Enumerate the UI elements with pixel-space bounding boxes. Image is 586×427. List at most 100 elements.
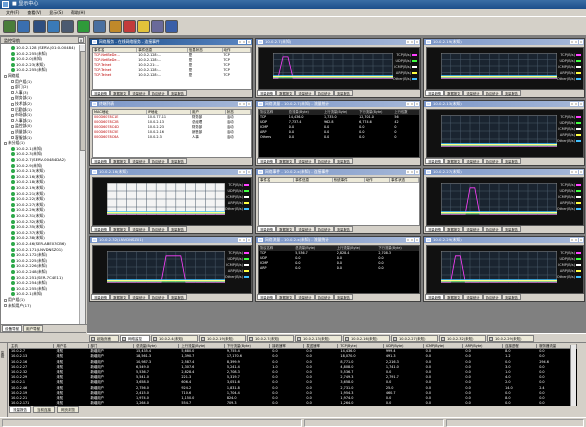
menu-file[interactable]: 文件(F) bbox=[6, 10, 19, 15]
tab-w8-1[interactable]: 数据报文 bbox=[276, 226, 296, 232]
tab-chart-0[interactable]: 流量趋势 bbox=[425, 226, 445, 232]
minimize-button[interactable] bbox=[405, 238, 410, 242]
minimize-button[interactable] bbox=[569, 40, 574, 44]
close-button[interactable] bbox=[246, 40, 251, 44]
column-header[interactable]: 系统事件 bbox=[333, 178, 365, 182]
doc-tab-1[interactable]: 网络监控 bbox=[120, 335, 150, 342]
tab-w5-4[interactable]: 流量报告 bbox=[333, 158, 353, 164]
tab-traffic-report[interactable]: 流量报告 bbox=[9, 406, 31, 413]
tree-node[interactable]: 10.0.2.172(未知) bbox=[11, 252, 47, 258]
tab-w5-1[interactable]: 数据报文 bbox=[276, 158, 296, 164]
tab-w8-4[interactable]: 流量报告 bbox=[333, 226, 353, 232]
maximize-button[interactable] bbox=[574, 238, 578, 242]
tab-w11-1[interactable]: 数据报文 bbox=[276, 294, 296, 300]
tab-chart-3[interactable]: 协议统计 bbox=[482, 158, 502, 164]
tree-node[interactable]: 10.0.2.35(未知) bbox=[11, 224, 45, 230]
close-icon[interactable]: × bbox=[78, 37, 84, 43]
tree-node[interactable]: 10.0.2.27(未知) bbox=[11, 202, 45, 207]
window-w6[interactable]: 10.0.2.13(未知) TCP(B/s) UDP(B/s) ICMP(B/s) AR… bbox=[423, 100, 585, 166]
tab-chart-0[interactable]: 流量趋势 bbox=[425, 90, 445, 96]
tab-w4-2[interactable]: 流量统计 bbox=[129, 158, 149, 164]
column-header[interactable]: TCP(Byte) bbox=[338, 344, 384, 349]
tree-node[interactable]: 网络组 bbox=[4, 73, 19, 78]
tree-node[interactable]: 10.0.2.226(未知) bbox=[11, 263, 47, 269]
tab-w4-1[interactable]: 数据报文 bbox=[110, 158, 130, 164]
maximize-button[interactable] bbox=[410, 102, 414, 106]
window-w11[interactable]: 网络流量 - 10.0.2.x(未知) - 流量统计 协议名称 总流量(Byte) 上… bbox=[255, 236, 421, 302]
tab-w1-2[interactable]: 流量统计 bbox=[129, 90, 149, 96]
column-header[interactable]: 总流量(Byte) bbox=[134, 344, 180, 349]
doc-tab-3[interactable]: 10.0.2.19(未知) bbox=[199, 335, 246, 342]
tree-scrollbar[interactable] bbox=[79, 45, 86, 325]
tree-node[interactable]: 用户组(1) bbox=[11, 79, 32, 84]
table-row[interactable]: 000D6078C6A 10.0.2.3 人事 活动 bbox=[93, 135, 251, 140]
monitor-icon[interactable] bbox=[33, 20, 46, 33]
tab-chart-0[interactable]: 流量趋势 bbox=[425, 294, 445, 300]
scroll-thumb[interactable] bbox=[80, 51, 86, 151]
tab-w11-4[interactable]: 流量报告 bbox=[333, 294, 353, 300]
doc-tab-2[interactable]: 10.0.2.4(未知) bbox=[151, 335, 198, 342]
tree-node[interactable]: 质量部(1) bbox=[11, 129, 32, 134]
maximize-button[interactable] bbox=[242, 170, 246, 174]
doc-tab-6[interactable]: 10.0.2.16(未知) bbox=[343, 335, 390, 342]
tree-node[interactable]: 10.0.2.255(未知) bbox=[11, 67, 47, 73]
maximize-button[interactable] bbox=[242, 238, 246, 242]
tab-chart-1[interactable]: 数据报文 bbox=[444, 158, 464, 164]
column-header[interactable]: 事件信息 bbox=[294, 178, 333, 182]
tab-chart-1[interactable]: 数据报文 bbox=[110, 294, 130, 300]
tab-chart-3[interactable]: 协议统计 bbox=[482, 90, 502, 96]
tab-chart-2[interactable]: 流量统计 bbox=[129, 226, 149, 232]
maximize-button[interactable] bbox=[574, 170, 578, 174]
tree-node[interactable]: 10.0.2.32(未知) bbox=[11, 219, 45, 224]
tab-w1-0[interactable]: 流量趋势 bbox=[91, 90, 111, 96]
tab-chart-4[interactable]: 流量报告 bbox=[501, 90, 521, 96]
column-header[interactable]: 下行流量(Byte) bbox=[225, 344, 271, 349]
tab-w4-0[interactable]: 流量趋势 bbox=[91, 158, 111, 164]
tab-chart-0[interactable]: 流量趋势 bbox=[91, 226, 111, 232]
column-header[interactable]: 事件名 bbox=[259, 178, 295, 182]
doc-tab-7[interactable]: 10.0.2.27(未知) bbox=[391, 335, 438, 342]
minimize-button[interactable] bbox=[569, 238, 574, 242]
column-header[interactable]: 发送速率 bbox=[304, 344, 339, 349]
chart-icon[interactable] bbox=[47, 20, 60, 33]
tab-chart-4[interactable]: 流量报告 bbox=[501, 294, 521, 300]
window-titlebar[interactable]: 网络流量 - 10.0.2.x(未知) - 流量统计 bbox=[256, 237, 420, 243]
column-header[interactable]: 上行流量(Byte) bbox=[179, 344, 225, 349]
window-w9[interactable]: 10.0.2.27(未知) TCP(B/s) UDP(B/s) ICMP(B/s) AR… bbox=[423, 168, 585, 234]
close-button[interactable] bbox=[414, 238, 419, 242]
close-button[interactable] bbox=[246, 102, 251, 106]
minimize-button[interactable] bbox=[405, 170, 410, 174]
table-scrollbar[interactable] bbox=[570, 345, 576, 406]
tree-node[interactable]: 10.0.2.22(未知) bbox=[11, 196, 45, 202]
gear-icon[interactable] bbox=[109, 20, 122, 33]
refresh-icon[interactable] bbox=[17, 20, 30, 33]
tree-node[interactable]: 10.0.2.1(未知) bbox=[11, 146, 42, 151]
tab-w5-2[interactable]: 流量统计 bbox=[295, 158, 315, 164]
tree-node[interactable]: 10.0.2.225(未知) bbox=[11, 258, 47, 263]
tree-node[interactable]: 后勤部(1) bbox=[11, 107, 32, 112]
server-icon[interactable] bbox=[61, 20, 74, 33]
tab-chart-1[interactable]: 数据报文 bbox=[444, 294, 464, 300]
minimize-button[interactable] bbox=[569, 170, 574, 174]
window-titlebar[interactable]: 网络流量 - 10.0.2.7(未知) - 流量统计 bbox=[256, 101, 420, 107]
tab-web-browsing[interactable]: 网页浏览 bbox=[57, 406, 79, 413]
close-button[interactable] bbox=[246, 238, 251, 242]
tab-chart-1[interactable]: 数据报文 bbox=[444, 226, 464, 232]
column-header[interactable]: 事件信息 bbox=[137, 48, 188, 52]
tab-w1-4[interactable]: 流量报告 bbox=[167, 90, 187, 96]
tab-chart-2[interactable]: 流量统计 bbox=[463, 90, 483, 96]
column-header[interactable]: UDP(Byte) bbox=[384, 344, 424, 349]
menu-help[interactable]: 帮助(H) bbox=[71, 10, 85, 15]
table-row[interactable]: TCP-Telnet 10.0.2.128:... 是 TCP bbox=[93, 73, 251, 78]
window-w7[interactable]: 10.0.2.16(未知) TCP(B/s) UDP(B/s) ICMP(B/s) AR… bbox=[89, 168, 253, 234]
window-titlebar[interactable]: 10.0.2.7(未知) bbox=[256, 39, 420, 45]
tab-chart-3[interactable]: 协议统计 bbox=[482, 294, 502, 300]
column-header[interactable]: 用户名 bbox=[54, 344, 89, 349]
tab-w5-0[interactable]: 流量趋势 bbox=[257, 158, 277, 164]
tab-chart-3[interactable]: 协议统计 bbox=[314, 90, 334, 96]
tree-node[interactable]: 10.0.2.18(未知) bbox=[11, 179, 45, 185]
tree-node[interactable]: 10.0.2.13(未知) bbox=[11, 168, 45, 174]
maximize-button[interactable] bbox=[242, 102, 246, 106]
column-header[interactable]: MAC地址 bbox=[93, 110, 147, 114]
tab-chart-3[interactable]: 协议统计 bbox=[482, 226, 502, 232]
